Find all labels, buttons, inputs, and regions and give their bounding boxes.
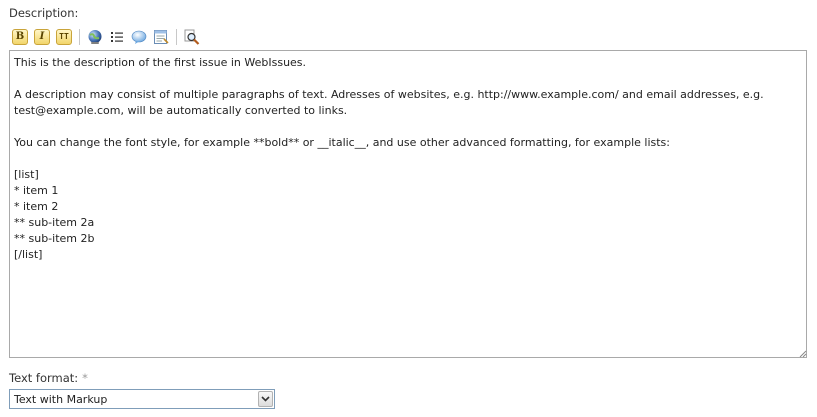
text-format-select[interactable]: Text with Markup [9,389,275,409]
text-format-label-text: Text format: [9,371,79,385]
code-button[interactable] [153,29,169,45]
monospace-button[interactable]: TT [56,29,72,45]
list-icon [111,32,123,42]
toolbar-separator [79,29,80,45]
resize-grip-icon[interactable] [798,349,807,358]
link-button[interactable] [87,29,103,45]
quote-icon [131,30,147,44]
quote-button[interactable] [131,29,147,45]
list-button[interactable] [109,29,125,45]
chevron-down-icon [261,396,270,402]
dropdown-button[interactable] [258,391,273,407]
required-marker: * [82,371,88,385]
markup-toolbar: B I TT [12,27,206,47]
link-icon [88,30,102,44]
code-icon [154,30,169,44]
italic-icon: I [39,31,45,42]
bold-button[interactable]: B [12,29,28,45]
monospace-icon: TT [59,32,69,41]
text-format-selected: Text with Markup [14,392,108,406]
toolbar-separator [176,29,177,45]
preview-button[interactable] [184,29,200,45]
description-label: Description: [9,6,79,20]
preview-icon [184,29,200,45]
text-format-label: Text format: * [9,371,88,385]
bold-icon: B [15,31,25,42]
italic-button[interactable]: I [34,29,50,45]
description-textarea[interactable]: This is the description of the first iss… [9,50,807,358]
